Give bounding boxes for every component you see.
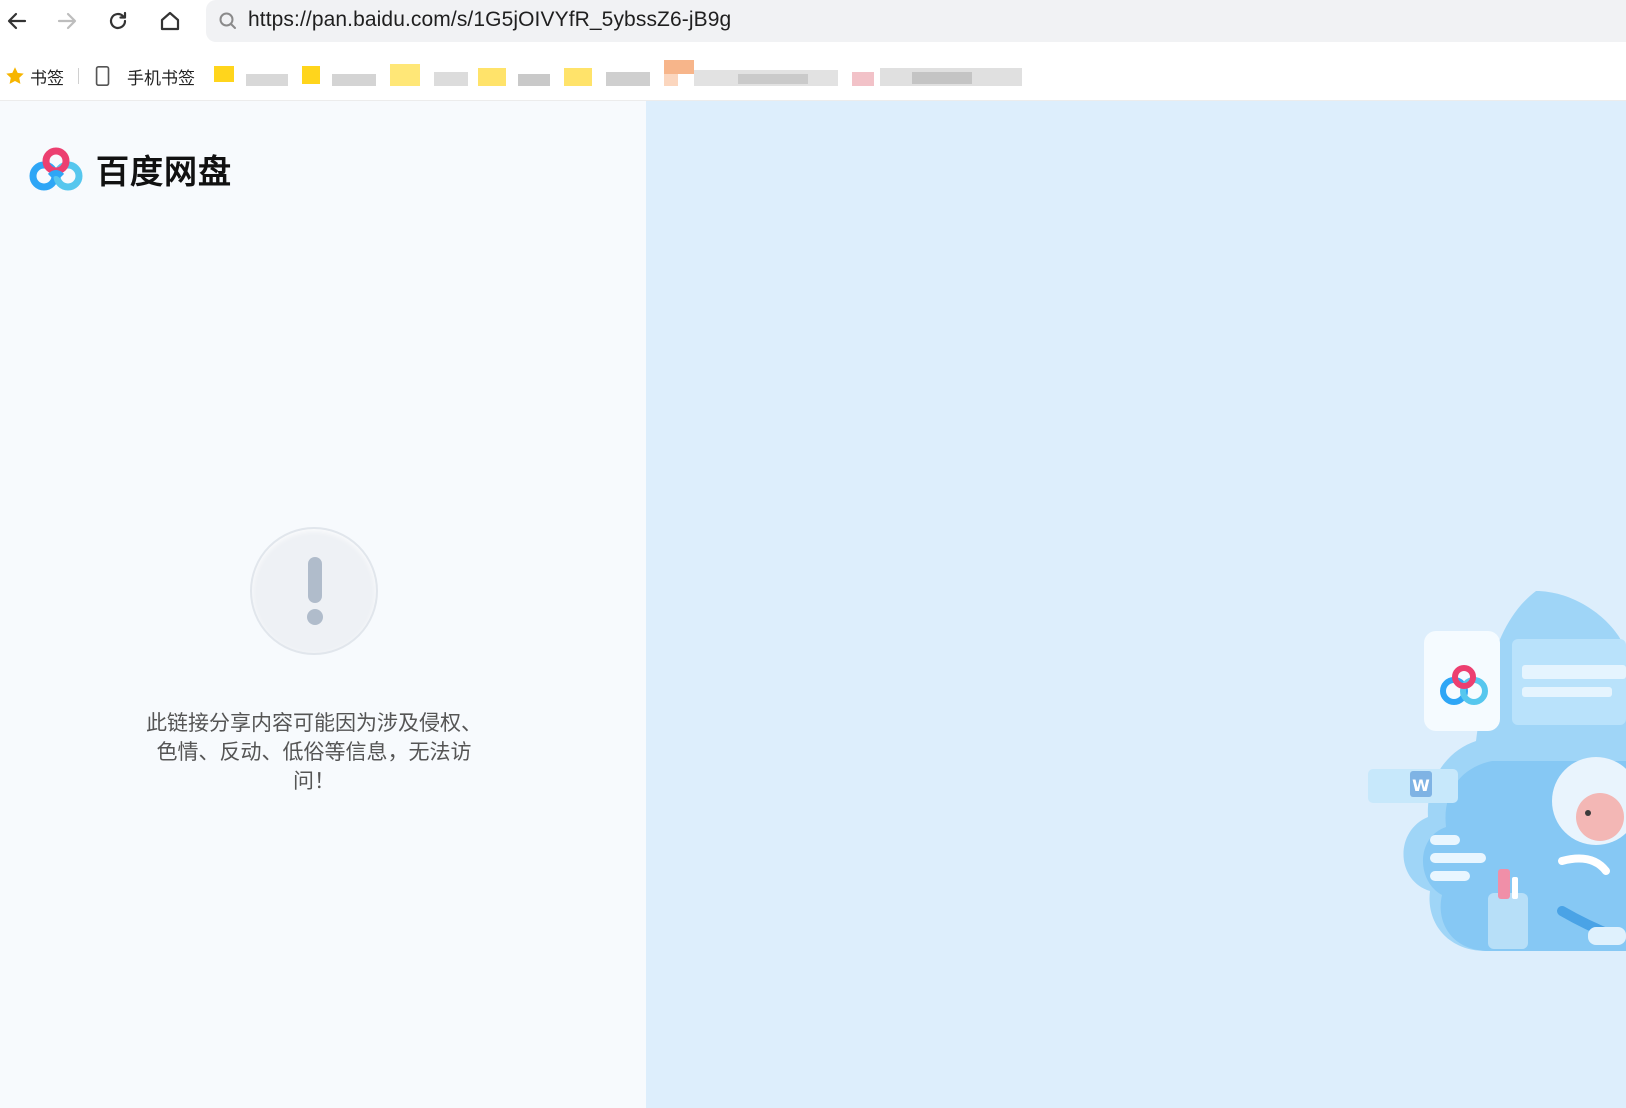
address-bar[interactable]: https://pan.baidu.com/s/1G5jOIVYfR_5ybss… bbox=[206, 0, 1626, 42]
browser-toolbar: https://pan.baidu.com/s/1G5jOIVYfR_5ybss… bbox=[0, 0, 1626, 44]
right-panel: W bbox=[646, 101, 1626, 1108]
exclamation-bar bbox=[308, 557, 322, 603]
bookmark-mobile[interactable]: 手机书签 bbox=[93, 64, 195, 89]
url-text: https://pan.baidu.com/s/1G5jOIVYfR_5ybss… bbox=[248, 8, 732, 31]
home-icon bbox=[160, 11, 180, 31]
baidu-netdisk-logo[interactable]: 百度网盘 bbox=[28, 145, 232, 193]
baidu-netdisk-logo-icon bbox=[29, 147, 83, 191]
cloud-illustration: W bbox=[1368, 591, 1626, 951]
back-button[interactable] bbox=[0, 4, 34, 38]
exclamation-dot bbox=[307, 609, 323, 625]
home-button[interactable] bbox=[153, 4, 187, 38]
bookmarks-bar: 书签 手机书签 bbox=[0, 52, 1626, 100]
left-panel: 百度网盘 此链接分享内容可能因为涉及侵权、色情、反动、低俗等信息，无法访问！ bbox=[0, 101, 646, 1108]
reload-button[interactable] bbox=[101, 4, 135, 38]
phone-icon bbox=[95, 66, 110, 86]
blurred-bookmarks bbox=[214, 60, 1022, 86]
search-icon bbox=[219, 12, 236, 29]
bookmark-separator bbox=[78, 68, 79, 84]
reload-icon bbox=[109, 11, 127, 30]
warning-icon bbox=[250, 527, 378, 655]
bookmark-label: 书签 bbox=[30, 68, 64, 89]
bookmark-label: 手机书签 bbox=[127, 68, 195, 89]
access-denied-message: 此链接分享内容可能因为涉及侵权、色情、反动、低俗等信息，无法访问！ bbox=[146, 711, 482, 793]
bookmark-folder-bookmarks[interactable]: 书签 bbox=[4, 64, 64, 89]
star-icon bbox=[6, 67, 24, 84]
word-badge: W bbox=[1412, 776, 1430, 795]
arrow-right-icon bbox=[57, 12, 77, 30]
brand-title: 百度网盘 bbox=[96, 152, 232, 191]
arrow-left-icon bbox=[7, 12, 27, 30]
forward-button[interactable] bbox=[50, 4, 84, 38]
